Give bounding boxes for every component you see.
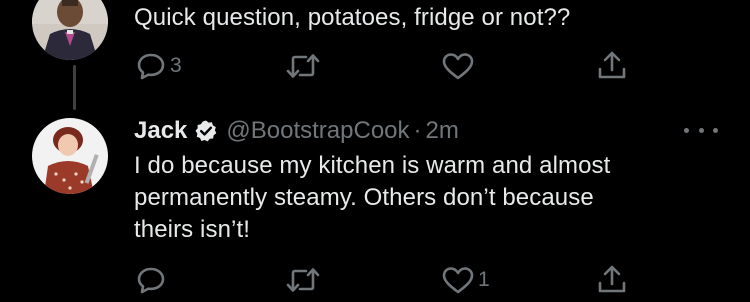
tweet-header: Jack @BootstrapCook · 2m bbox=[134, 115, 459, 147]
reply-count: 3 bbox=[170, 54, 182, 77]
tweet-text: I do because my kitchen is warm and almo… bbox=[134, 152, 611, 243]
avatar[interactable] bbox=[32, 118, 108, 194]
verified-badge-icon bbox=[194, 119, 218, 143]
retweet-icon bbox=[286, 54, 320, 78]
display-name[interactable]: Jack bbox=[134, 117, 187, 145]
reply-icon bbox=[137, 267, 165, 294]
retweet-button[interactable] bbox=[286, 266, 324, 294]
thread-line bbox=[73, 65, 76, 110]
like-button[interactable] bbox=[442, 52, 478, 80]
timestamp[interactable]: 2m bbox=[426, 117, 459, 145]
like-count: 1 bbox=[478, 268, 490, 291]
retweet-button[interactable] bbox=[286, 52, 324, 80]
tweet-text: Quick question, potatoes, fridge or not?… bbox=[134, 4, 571, 31]
like-icon bbox=[442, 53, 474, 80]
reply-button[interactable]: 3 bbox=[136, 52, 182, 80]
like-button[interactable]: 1 bbox=[442, 266, 490, 294]
like-icon bbox=[442, 267, 474, 294]
share-icon bbox=[598, 51, 626, 79]
share-icon bbox=[598, 265, 626, 293]
reply-icon bbox=[137, 53, 165, 80]
separator-dot: · bbox=[413, 117, 422, 144]
handle[interactable]: @BootstrapCook bbox=[226, 117, 409, 145]
share-button[interactable] bbox=[597, 50, 627, 80]
retweet-icon bbox=[286, 268, 320, 292]
more-options-icon[interactable] bbox=[684, 120, 718, 140]
share-button[interactable] bbox=[597, 264, 627, 294]
reply-button[interactable] bbox=[136, 266, 170, 294]
avatar[interactable] bbox=[32, 0, 108, 60]
